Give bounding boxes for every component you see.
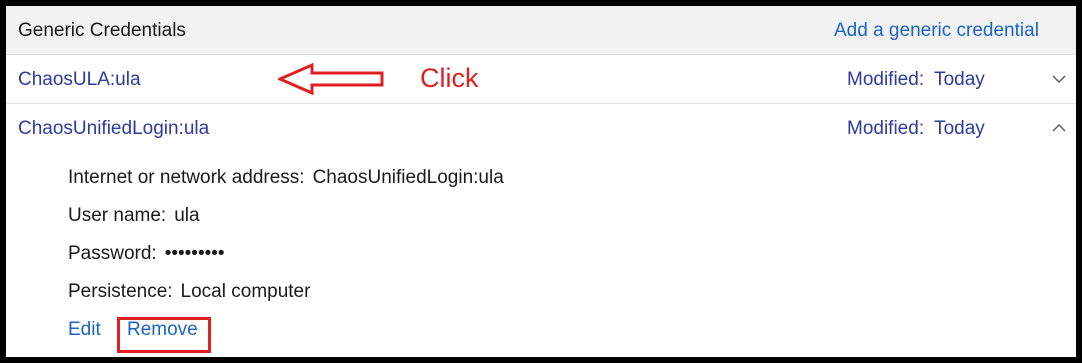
detail-label: Internet or network address: [68, 167, 305, 188]
edit-button[interactable]: Edit [68, 319, 101, 341]
detail-persistence: Persistence: Local computer [68, 281, 310, 303]
generic-credentials-panel: Generic Credentials Add a generic creden… [6, 6, 1076, 357]
modified-value: Today [934, 69, 985, 90]
modified-label: Modified: [847, 118, 925, 139]
detail-label: Persistence: [68, 281, 173, 302]
section-header: Generic Credentials Add a generic creden… [6, 6, 1076, 55]
chevron-up-icon[interactable] [1050, 119, 1068, 137]
detail-value: ••••••••• [164, 243, 225, 264]
detail-value: ula [174, 205, 200, 226]
detail-label: Password: [68, 243, 157, 264]
credential-name[interactable]: ChaosULA:ula [18, 69, 141, 91]
credential-row-chaosula[interactable]: ChaosULA:ula Modified: Today [6, 55, 1076, 104]
credential-name[interactable]: ChaosUnifiedLogin:ula [18, 118, 209, 140]
modified-info: Modified: Today [847, 118, 985, 140]
remove-button[interactable]: Remove [127, 319, 198, 341]
detail-network-address: Internet or network address: ChaosUnified… [68, 167, 504, 189]
modified-info: Modified: Today [847, 69, 985, 91]
detail-password: Password: ••••••••• [68, 243, 225, 265]
detail-user-name: User name: ula [68, 205, 200, 227]
annotation-click-label: Click [420, 63, 479, 93]
section-title: Generic Credentials [18, 20, 186, 41]
detail-label: User name: [68, 205, 167, 226]
credential-row-chaosunifiedlogin[interactable]: ChaosUnifiedLogin:ula Modified: Today [6, 104, 1076, 152]
detail-value: Local computer [180, 281, 311, 302]
add-generic-credential-link[interactable]: Add a generic credential [834, 20, 1039, 42]
arrow-left-icon [278, 62, 384, 96]
chevron-down-icon[interactable] [1050, 70, 1068, 88]
modified-value: Today [934, 118, 985, 139]
modified-label: Modified: [847, 69, 925, 90]
detail-value: ChaosUnifiedLogin:ula [312, 167, 504, 188]
